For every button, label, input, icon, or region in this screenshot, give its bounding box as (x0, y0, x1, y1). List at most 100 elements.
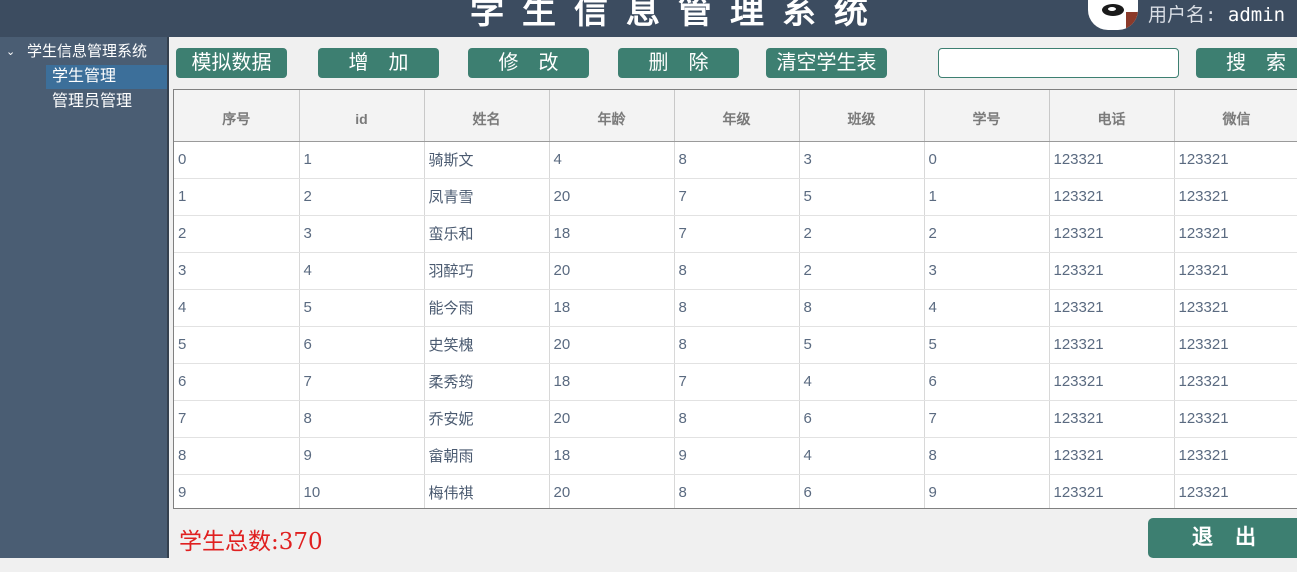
table-cell: 柔秀筠 (424, 363, 550, 401)
column-header[interactable]: 学号 (924, 90, 1050, 142)
table-cell: 5 (799, 178, 925, 216)
table-cell: 20 (549, 178, 675, 216)
table-cell: 7 (174, 400, 300, 438)
exit-button[interactable]: 退出 (1148, 518, 1297, 558)
table-cell: 蛮乐和 (424, 215, 550, 253)
table-cell: 8 (674, 252, 800, 290)
column-header[interactable]: 电话 (1049, 90, 1175, 142)
clear-table-button[interactable]: 清空学生表 (766, 48, 887, 78)
table-cell: 20 (549, 400, 675, 438)
table-cell: 畲朝雨 (424, 437, 550, 475)
table-cell: 18 (549, 437, 675, 475)
table-cell: 2 (299, 178, 425, 216)
table-cell: 7 (299, 363, 425, 401)
table-cell: 123321 (1174, 178, 1297, 216)
table-row[interactable]: 6 7 柔秀筠 18 7 4 6 123321 123321 (174, 363, 1297, 401)
table-cell: 9 (924, 474, 1050, 508)
table-row[interactable]: 5 6 史笑槐 20 8 5 5 123321 123321 (174, 326, 1297, 364)
avatar-cheek (1126, 12, 1138, 30)
sidebar: ⌄ 学生信息管理系统 学生管理 管理员管理 (0, 37, 169, 558)
mock-data-button[interactable]: 模拟数据 (176, 48, 287, 78)
table-cell: 凤青雪 (424, 178, 550, 216)
table-cell: 4 (924, 289, 1050, 327)
sidebar-item-student-management[interactable]: 学生管理 (46, 65, 167, 89)
sidebar-item-admin-management[interactable]: 管理员管理 (46, 90, 167, 114)
table-cell: 20 (549, 474, 675, 508)
column-header[interactable]: 微信 (1174, 90, 1297, 142)
table-cell: 6 (299, 326, 425, 364)
table-cell: 123321 (1174, 363, 1297, 401)
table-body: 0 1 骑斯文 4 8 3 0 123321 123321 1 2 凤青雪 20 7 5 1 123321 123… (174, 141, 1297, 508)
table-cell: 8 (674, 141, 800, 179)
column-header[interactable]: 年级 (674, 90, 800, 142)
table-cell: 9 (174, 474, 300, 508)
add-button[interactable]: 增 加 (318, 48, 439, 78)
table-cell: 123321 (1174, 252, 1297, 290)
username: admin (1227, 4, 1286, 26)
table-cell: 史笑槐 (424, 326, 550, 364)
table-cell: 123321 (1049, 437, 1175, 475)
tree-root-system[interactable]: ⌄ 学生信息管理系统 (0, 40, 167, 64)
table-cell: 5 (799, 326, 925, 364)
column-header[interactable]: id (299, 90, 425, 142)
table-cell: 123321 (1174, 289, 1297, 327)
table-cell: 123321 (1174, 474, 1297, 508)
table-cell: 123321 (1174, 400, 1297, 438)
student-table-grid: 序号 id 姓名 年龄 年级 班级 学号 电话 微信 QQ 01骑斯文48301… (174, 90, 1297, 508)
table-cell: 羽醉巧 (424, 252, 550, 290)
edit-button[interactable]: 修 改 (468, 48, 589, 78)
student-table[interactable]: 序号 id 姓名 年龄 年级 班级 学号 电话 微信 QQ 01骑斯文48301… (173, 89, 1297, 509)
column-header[interactable]: 姓名 (424, 90, 550, 142)
table-cell: 123321 (1174, 326, 1297, 364)
app-title: 学生信息管理系统 (470, 0, 886, 32)
table-row[interactable]: 9 10 梅伟祺 20 8 6 9 123321 123321 (174, 474, 1297, 508)
table-header-row: 序号 id 姓名 年龄 年级 班级 学号 电话 微信 QQ (174, 90, 1297, 142)
column-header[interactable]: 班级 (799, 90, 925, 142)
table-row[interactable]: 4 5 能今雨 18 8 8 4 123321 123321 (174, 289, 1297, 327)
table-cell: 8 (799, 289, 925, 327)
table-cell: 6 (924, 363, 1050, 401)
table-row[interactable]: 3 4 羽醉巧 20 8 2 3 123321 123321 (174, 252, 1297, 290)
search-button[interactable]: 搜 索 (1196, 48, 1297, 78)
column-header[interactable]: 年龄 (549, 90, 675, 142)
table-cell: 2 (174, 215, 300, 253)
table-cell: 3 (174, 252, 300, 290)
table-row[interactable]: 8 9 畲朝雨 18 9 4 8 123321 123321 (174, 437, 1297, 475)
chevron-down-icon[interactable]: ⌄ (6, 40, 15, 64)
table-cell: 4 (549, 141, 675, 179)
table-cell: 8 (674, 400, 800, 438)
table-cell: 2 (799, 215, 925, 253)
table-cell: 123321 (1049, 363, 1175, 401)
table-row[interactable]: 1 2 凤青雪 20 7 5 1 123321 123321 (174, 178, 1297, 216)
table-cell: 20 (549, 252, 675, 290)
table-cell: 1 (924, 178, 1050, 216)
sidebar-item-label: 管理员管理 (52, 93, 133, 110)
table-cell: 123321 (1049, 178, 1175, 216)
table-cell: 123321 (1049, 400, 1175, 438)
table-cell: 3 (799, 141, 925, 179)
delete-button[interactable]: 删 除 (618, 48, 739, 78)
table-cell: 4 (799, 363, 925, 401)
table-cell: 0 (174, 141, 300, 179)
search-input[interactable] (938, 48, 1179, 78)
table-cell: 123321 (1049, 215, 1175, 253)
table-cell: 8 (674, 326, 800, 364)
table-cell: 7 (924, 400, 1050, 438)
table-cell: 123321 (1174, 437, 1297, 475)
table-row[interactable]: 0 1 骑斯文 4 8 3 0 123321 123321 (174, 141, 1297, 179)
table-cell: 5 (174, 326, 300, 364)
table-cell: 20 (549, 326, 675, 364)
table-cell: 6 (799, 400, 925, 438)
table-cell: 骑斯文 (424, 141, 550, 179)
table-cell: 8 (924, 437, 1050, 475)
username-label: 用户名: (1148, 4, 1217, 26)
table-row[interactable]: 7 8 乔安妮 20 8 6 7 123321 123321 (174, 400, 1297, 438)
table-row[interactable]: 2 3 蛮乐和 18 7 2 2 123321 123321 (174, 215, 1297, 253)
table-cell: 9 (674, 437, 800, 475)
table-cell: 梅伟祺 (424, 474, 550, 508)
table-cell: 5 (924, 326, 1050, 364)
column-header[interactable]: 序号 (174, 90, 300, 142)
table-cell: 4 (174, 289, 300, 327)
avatar[interactable] (1088, 0, 1138, 30)
table-cell: 8 (674, 474, 800, 508)
